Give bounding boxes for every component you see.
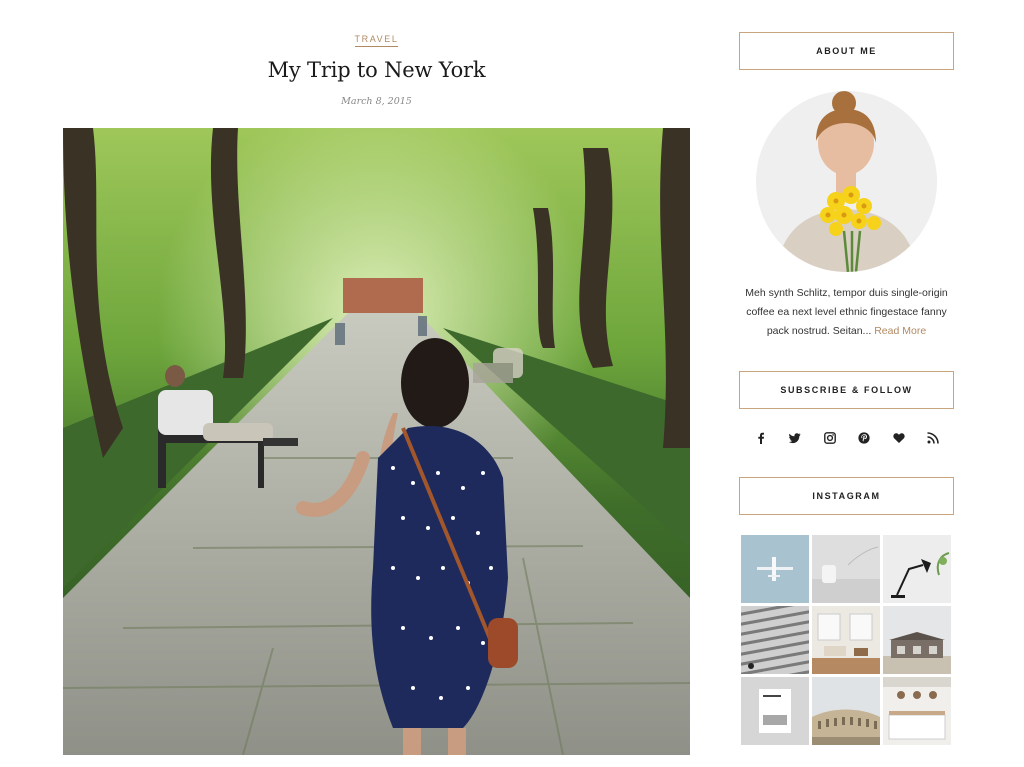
about-me-text: Meh synth Schlitz, tempor duis single-or… [739,284,954,341]
instagram-icon[interactable] [820,428,840,448]
instagram-feed [741,535,951,747]
instagram-tile-townhouses[interactable] [812,677,880,745]
instagram-tile-architecture-stripes[interactable] [741,606,809,674]
instagram-tile-speaker[interactable] [812,535,880,603]
instagram-tile-desk-lamp[interactable] [883,535,951,603]
facebook-icon[interactable] [751,428,771,448]
heart-icon[interactable] [889,428,909,448]
instagram-tile-house[interactable] [883,606,951,674]
post-date: March 8, 2015 [341,96,412,107]
woman-with-flowers-photo [756,91,937,272]
social-links [751,428,943,448]
pinterest-icon[interactable] [854,428,874,448]
instagram-tile-living-room[interactable] [812,606,880,674]
park-path-photo [63,128,690,755]
rss-icon[interactable] [923,428,943,448]
about-me-avatar[interactable] [756,91,937,272]
instagram-tile-kitchen[interactable] [883,677,951,745]
post-featured-image[interactable] [63,128,690,755]
read-more-link[interactable]: Read More [874,325,926,337]
subscribe-follow-widget-title: SUBSCRIBE & FOLLOW [739,371,954,409]
twitter-icon[interactable] [785,428,805,448]
post-category-link[interactable]: TRAVEL [354,34,399,47]
about-me-widget-title: ABOUT ME [739,32,954,70]
instagram-tile-airplane[interactable] [741,535,809,603]
post-title[interactable]: My Trip to New York [63,58,690,82]
instagram-widget-title: INSTAGRAM [739,477,954,515]
instagram-tile-book[interactable] [741,677,809,745]
